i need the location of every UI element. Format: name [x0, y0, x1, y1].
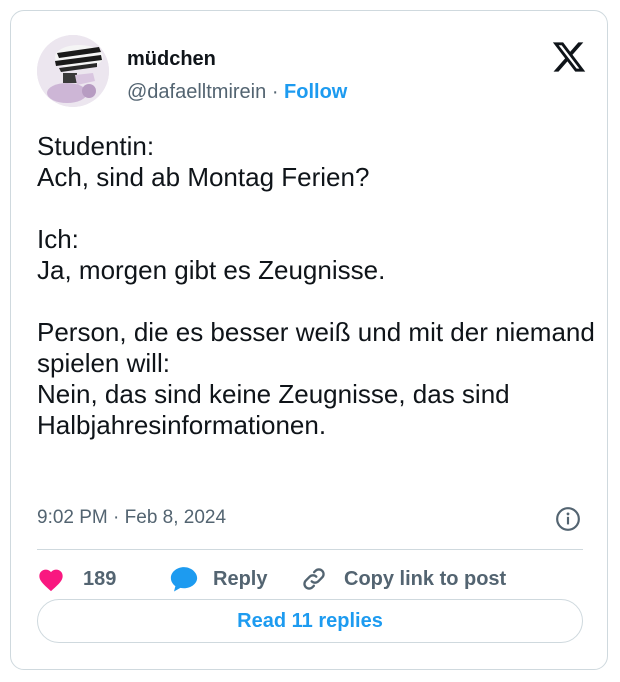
avatar-image — [37, 35, 109, 107]
tweet-date: Feb 8, 2024 — [124, 507, 227, 528]
like-button[interactable]: 189 — [37, 563, 116, 595]
link-icon — [300, 565, 328, 593]
x-logo-icon[interactable] — [551, 39, 587, 75]
author-handle-row: @dafaelltmirein · Follow — [127, 81, 347, 104]
tweet-text: Studentin: Ach, sind ab Montag Ferien? I… — [37, 131, 595, 440]
read-replies-label: Read 11 replies — [237, 609, 383, 632]
follow-button[interactable]: Follow — [284, 81, 347, 103]
reply-button[interactable]: Reply — [169, 563, 267, 595]
copy-link-label: Copy link to post — [344, 567, 507, 590]
copy-link-button[interactable]: Copy link to post — [300, 563, 506, 595]
author-name[interactable]: müdchen — [127, 48, 216, 71]
avatar[interactable] — [37, 35, 109, 107]
read-replies-button[interactable]: Read 11 replies — [37, 599, 583, 643]
divider — [37, 549, 583, 550]
author-handle[interactable]: @dafaelltmirein — [127, 81, 266, 103]
tweet-card: müdchen @dafaelltmirein · Follow Student… — [10, 10, 608, 670]
heart-icon — [37, 566, 65, 592]
speech-bubble-icon — [169, 565, 199, 593]
handle-separator: · — [271, 81, 279, 103]
reply-label: Reply — [213, 567, 268, 590]
info-icon[interactable] — [555, 506, 581, 532]
action-bar: 189 Reply Copy link to post — [37, 563, 597, 595]
tweet-time: 9:02 PM — [37, 507, 108, 528]
tweet-timestamp[interactable]: 9:02 PM · Feb 8, 2024 — [37, 507, 226, 529]
timestamp-separator: · — [113, 507, 120, 528]
like-count: 189 — [83, 567, 117, 590]
